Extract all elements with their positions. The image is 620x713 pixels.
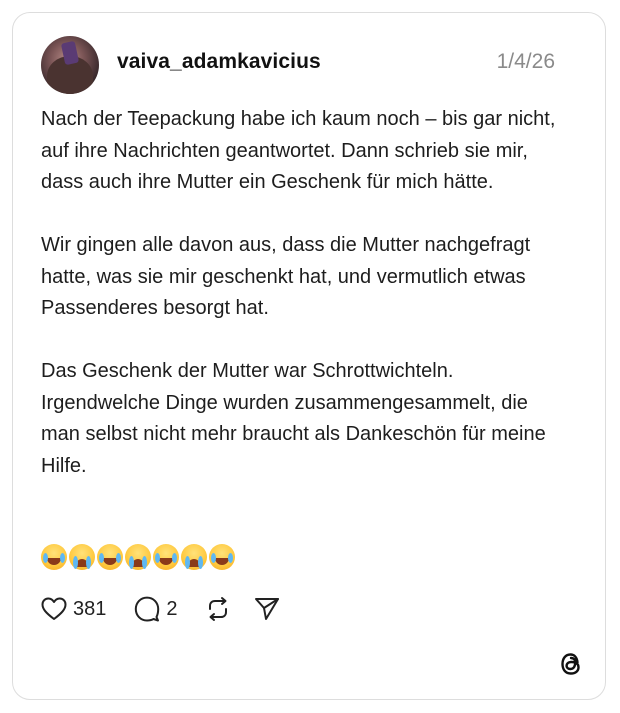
- send-icon: [254, 598, 279, 620]
- username[interactable]: vaiva_adamkavicius: [117, 50, 321, 74]
- emoji-row: [41, 544, 235, 570]
- avatar[interactable]: [41, 36, 99, 94]
- loudly-crying-face-icon: [181, 544, 207, 570]
- loudly-crying-face-icon: [69, 544, 95, 570]
- comment-icon: [135, 596, 160, 622]
- post-text: Nach der Teepackung habe ich kaum noch –…: [41, 104, 566, 482]
- like-count: 381: [73, 597, 107, 620]
- reply-count: 2: [166, 597, 178, 620]
- face-with-tears-of-joy-icon: [153, 544, 179, 570]
- loudly-crying-face-icon: [125, 544, 151, 570]
- repost-icon: [208, 597, 227, 621]
- reply-button[interactable]: 2: [134, 596, 178, 622]
- post-paragraph: Wir gingen alle davon aus, dass die Mutt…: [41, 234, 531, 319]
- face-with-tears-of-joy-icon: [209, 544, 235, 570]
- post-date: 1/4/26: [496, 50, 555, 73]
- share-button[interactable]: [254, 597, 280, 621]
- repost-button[interactable]: [206, 596, 230, 622]
- face-with-tears-of-joy-icon: [41, 544, 67, 570]
- post-paragraph: Nach der Teepackung habe ich kaum noch –…: [41, 108, 556, 193]
- threads-logo-icon[interactable]: [558, 650, 584, 683]
- action-bar: 381 2: [41, 596, 280, 622]
- post-paragraph: Das Geschenk der Mutter war Schrottwicht…: [41, 360, 546, 477]
- face-with-tears-of-joy-icon: [97, 544, 123, 570]
- heart-icon: [41, 597, 67, 620]
- like-button[interactable]: 381: [41, 597, 106, 621]
